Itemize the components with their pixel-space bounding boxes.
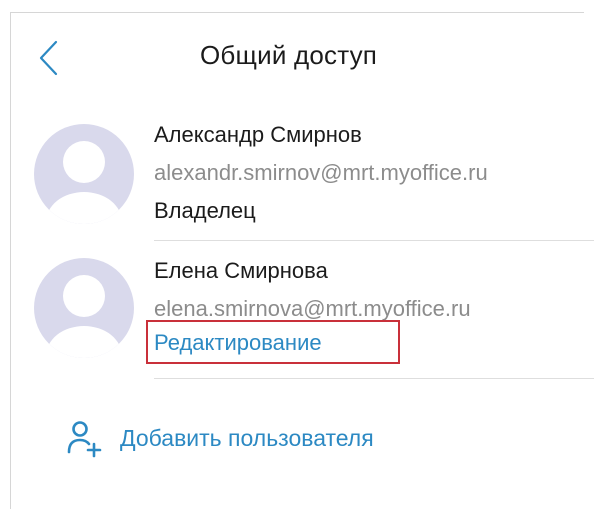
user-email: alexandr.smirnov@mrt.myoffice.ru bbox=[154, 160, 488, 185]
header: Общий доступ bbox=[0, 0, 594, 90]
divider bbox=[154, 240, 594, 241]
highlight-box bbox=[146, 320, 400, 364]
user-name: Елена Смирнова bbox=[154, 258, 328, 283]
add-user-button[interactable]: Добавить пользователя bbox=[64, 418, 374, 458]
user-name: Александр Смирнов bbox=[154, 122, 362, 147]
page-title: Общий доступ bbox=[200, 40, 378, 70]
user-email: elena.smirnova@mrt.myoffice.ru bbox=[154, 296, 471, 321]
add-user-icon bbox=[67, 421, 102, 458]
add-user-label: Добавить пользователя bbox=[120, 424, 374, 451]
avatar-placeholder-icon bbox=[34, 258, 134, 358]
divider bbox=[154, 378, 594, 379]
chevron-left-icon[interactable] bbox=[36, 40, 62, 76]
user-role: Владелец bbox=[154, 198, 256, 223]
sharing-screen: Общий доступ Александр Смирнов alexandr.… bbox=[0, 0, 594, 518]
avatar-placeholder-icon bbox=[34, 124, 134, 224]
